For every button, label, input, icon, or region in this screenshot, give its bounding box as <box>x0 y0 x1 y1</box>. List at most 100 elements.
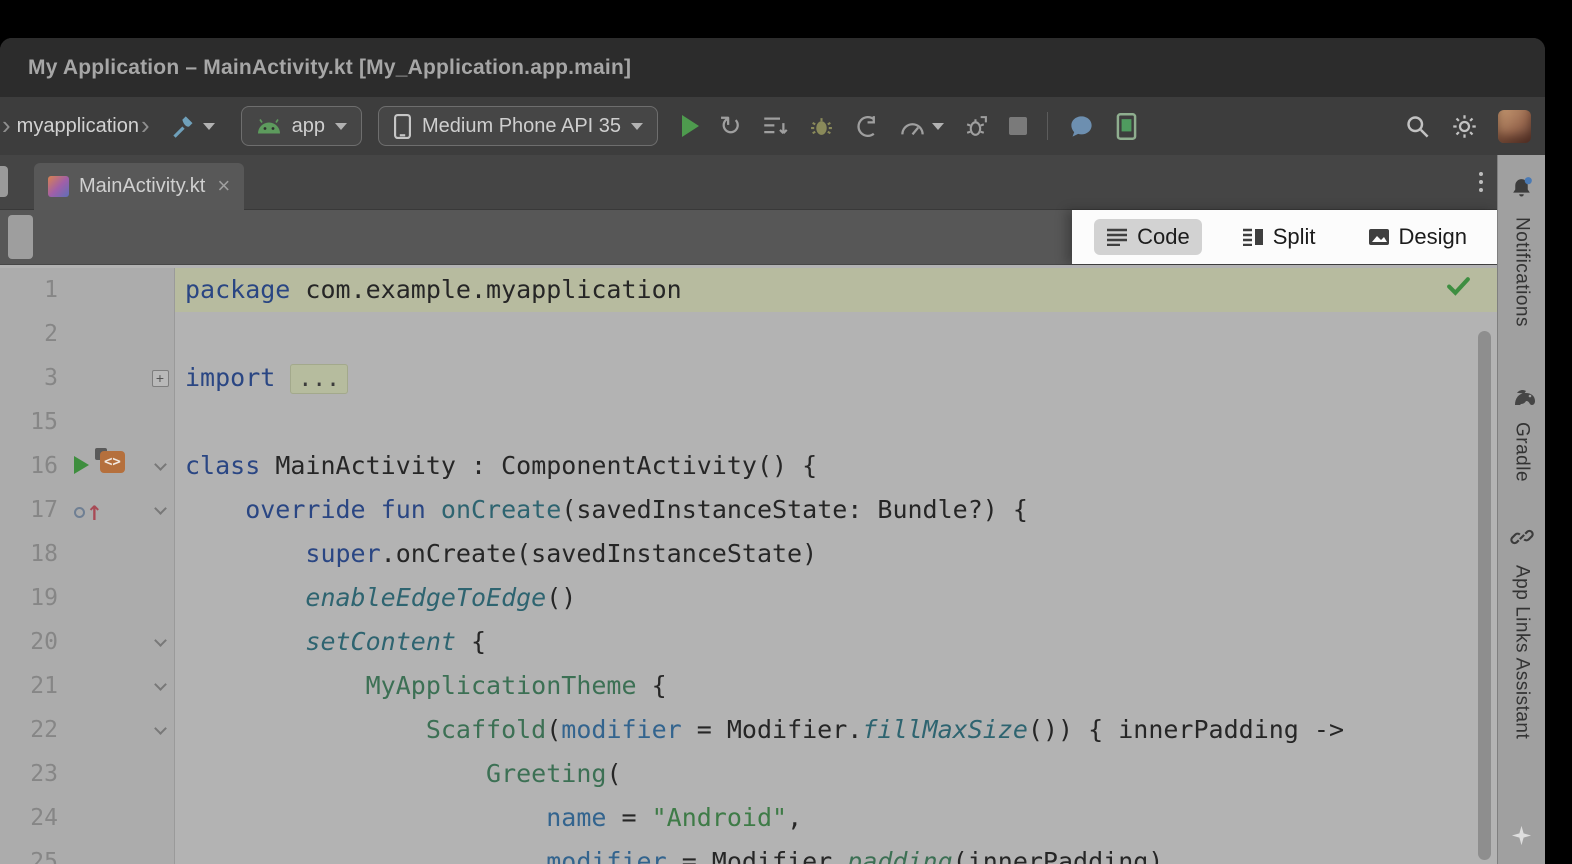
running-devices-button[interactable] <box>1115 113 1138 140</box>
fold-chevron-icon[interactable] <box>154 634 167 647</box>
code-text: setContent { <box>175 620 1497 664</box>
chevron-down-icon <box>335 123 347 130</box>
compose-icon[interactable]: <> <box>95 444 127 488</box>
view-mode-split-label: Split <box>1273 224 1316 250</box>
fold-plus-icon[interactable]: + <box>152 370 169 387</box>
tool-stripe-gradle[interactable]: Gradle <box>1511 422 1533 482</box>
code-line: 1package com.example.myapplication <box>0 268 1497 312</box>
line-number: 20 <box>0 620 58 664</box>
chevron-right-icon: › <box>2 110 11 141</box>
title-bar: My Application – MainActivity.kt [My_App… <box>0 38 1545 97</box>
line-number: 15 <box>0 400 58 444</box>
tool-stripe-notifications[interactable]: Notifications <box>1511 217 1533 327</box>
fold-chevron-icon[interactable] <box>154 502 167 515</box>
view-mode-design-button[interactable]: Design <box>1356 219 1479 255</box>
user-avatar[interactable] <box>1498 110 1531 143</box>
apply-changes-button[interactable]: ↻ <box>719 113 742 140</box>
gemini-sparkle-icon[interactable] <box>1510 824 1533 852</box>
code-line: 18 super.onCreate(savedInstanceState) <box>0 532 1497 576</box>
tool-stripe-app-links-assistant[interactable]: App Links Assistant <box>1511 565 1533 739</box>
code-text: modifier = Modifier.padding(innerPadding… <box>175 840 1497 864</box>
design-view-icon <box>1368 228 1390 246</box>
chevron-down-icon <box>631 123 643 130</box>
right-tool-stripe: Notifications Gradle App Links Assistant <box>1497 155 1545 864</box>
line-number: 24 <box>0 796 58 840</box>
tab-label: MainActivity.kt <box>79 175 205 198</box>
line-number: 3 <box>0 356 58 400</box>
main-toolbar: › myapplication › app Medium Phone API 3… <box>0 97 1545 155</box>
apply-code-changes-button[interactable] <box>762 115 789 138</box>
editor-lines: 1package com.example.myapplication23 + imp… <box>0 268 1497 864</box>
search-everywhere-button[interactable] <box>1404 113 1431 140</box>
line-number: 17 <box>0 488 58 532</box>
view-mode-split-button[interactable]: Split <box>1230 219 1328 255</box>
run-button[interactable] <box>682 115 699 137</box>
toolbar-separator <box>1047 112 1048 140</box>
editor-toolbar: Code Split Design <box>0 210 1497 265</box>
code-line: 3 + import ... <box>0 356 1497 400</box>
code-text: package com.example.myapplication <box>175 268 1497 312</box>
settings-button[interactable] <box>1451 113 1478 140</box>
device-dropdown[interactable]: Medium Phone API 35 <box>378 106 658 146</box>
kotlin-file-icon <box>48 176 69 197</box>
code-text: MyApplicationTheme { <box>175 664 1497 708</box>
ide-window: My Application – MainActivity.kt [My_App… <box>0 38 1545 864</box>
override-icon[interactable]: ↑ <box>74 488 103 532</box>
run-icon[interactable] <box>74 444 89 488</box>
profiler-button[interactable] <box>899 115 944 138</box>
line-number: 18 <box>0 532 58 576</box>
fold-chevron-icon[interactable] <box>154 458 167 471</box>
view-mode-code-label: Code <box>1137 224 1190 250</box>
code-line: 20 setContent { <box>0 620 1497 664</box>
profile-app-button[interactable] <box>964 114 989 139</box>
device-phone-icon <box>393 113 412 140</box>
line-number: 25 <box>0 840 58 864</box>
code-line: 24 name = "Android", <box>0 796 1497 840</box>
run-config-dropdown[interactable]: app <box>241 106 362 146</box>
fold-chevron-icon[interactable] <box>154 722 167 735</box>
run-config-label: app <box>292 115 325 138</box>
build-hammer-icon <box>170 113 197 140</box>
debug-button[interactable] <box>809 114 834 139</box>
editor-scrollbar[interactable] <box>1478 331 1491 860</box>
code-text: name = "Android", <box>175 796 1497 840</box>
left-tool-stripe-handle[interactable] <box>0 166 8 197</box>
code-text: super.onCreate(savedInstanceState) <box>175 532 1497 576</box>
view-mode-code-button[interactable]: Code <box>1094 219 1202 255</box>
project-breadcrumb[interactable]: myapplication <box>17 115 139 138</box>
build-button[interactable] <box>170 113 215 140</box>
code-line: 17 ↑ override fun onCreate(savedInstanceSt… <box>0 488 1497 532</box>
chevron-down-icon <box>932 123 944 130</box>
chevron-right-icon: › <box>141 110 150 141</box>
line-number: 22 <box>0 708 58 752</box>
close-icon[interactable]: × <box>217 175 230 197</box>
editor-tab-bar: MainActivity.kt × <box>0 155 1497 210</box>
gradle-icon[interactable] <box>1507 385 1537 412</box>
fold-chevron-icon[interactable] <box>154 678 167 691</box>
tab-mainactivity[interactable]: MainActivity.kt × <box>34 163 244 210</box>
code-view-icon <box>1106 228 1128 246</box>
line-number: 2 <box>0 312 58 356</box>
app-links-assistant-icon[interactable] <box>1509 524 1535 555</box>
code-text <box>175 312 1497 356</box>
more-options-kebab-icon[interactable] <box>1479 172 1483 192</box>
code-text <box>175 400 1497 444</box>
code-text: class MainActivity : ComponentActivity()… <box>175 444 1497 488</box>
editor-toolbar-button[interactable] <box>8 215 33 259</box>
app-quality-insights-button[interactable] <box>1068 113 1095 140</box>
stop-button[interactable] <box>1009 117 1027 135</box>
view-mode-switcher: Code Split Design <box>1072 210 1497 264</box>
code-text: import ... <box>175 356 1497 400</box>
code-line: 2 <box>0 312 1497 356</box>
code-editor[interactable]: 1package com.example.myapplication23 + imp… <box>0 265 1497 864</box>
device-label: Medium Phone API 35 <box>422 115 621 138</box>
notifications-bell-icon[interactable] <box>1509 175 1534 207</box>
window-title: My Application – MainActivity.kt [My_App… <box>28 56 631 80</box>
inspections-ok-check-icon[interactable] <box>1446 275 1471 300</box>
line-number: 21 <box>0 664 58 708</box>
view-mode-design-label: Design <box>1399 224 1467 250</box>
code-text: override fun onCreate(savedInstanceState… <box>175 488 1497 532</box>
code-text: Scaffold(modifier = Modifier.fillMaxSize… <box>175 708 1497 752</box>
attach-debugger-icon[interactable] <box>854 114 879 139</box>
android-icon <box>256 118 282 135</box>
